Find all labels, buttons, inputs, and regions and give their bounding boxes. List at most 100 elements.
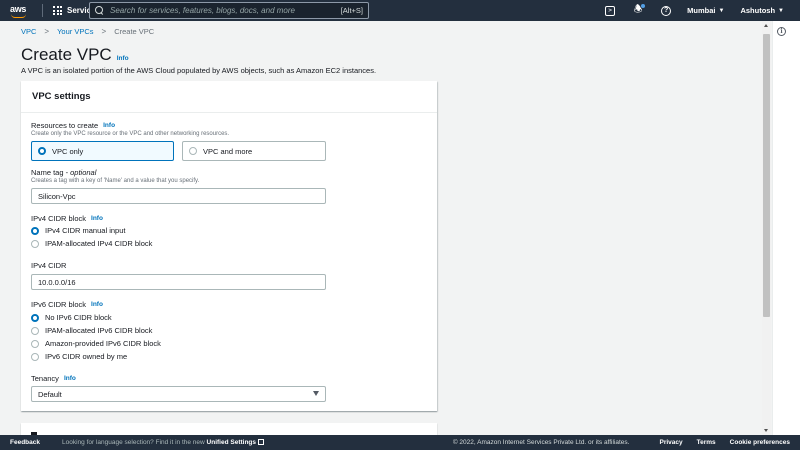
cloudshell-button[interactable]: > bbox=[603, 4, 617, 18]
panel-title: VPC settings bbox=[32, 91, 91, 102]
nav-right-group: > 🕭 ? Mumbai ▼ Ashutosh ▼ bbox=[603, 0, 800, 21]
help-button[interactable]: ? bbox=[659, 4, 673, 18]
notifications-button[interactable]: 🕭 bbox=[631, 3, 646, 18]
ipv6-block-label: IPv6 CIDR block Info bbox=[31, 300, 103, 309]
caret-down-icon bbox=[313, 391, 319, 396]
vpc-settings-panel: VPC settings Resources to create Info Cr… bbox=[21, 81, 437, 411]
top-navigation-bar: aws Services [Alt+S] > 🕭 ? Mumbai ▼ Ashu… bbox=[0, 0, 800, 21]
page-title-text: Create VPC bbox=[21, 45, 112, 64]
scroll-thumb[interactable] bbox=[763, 34, 770, 317]
tenancy-info-link[interactable]: Info bbox=[64, 375, 76, 382]
aws-logo[interactable]: aws bbox=[10, 4, 30, 18]
resources-label: Resources to create Info bbox=[31, 121, 115, 130]
ipv6-block-label-text: IPv6 CIDR block bbox=[31, 300, 87, 309]
radio-ipv6-amazon[interactable] bbox=[31, 339, 39, 348]
name-tag-input[interactable] bbox=[31, 188, 326, 204]
resources-label-text: Resources to create bbox=[31, 121, 99, 130]
user-name: Ashutosh bbox=[740, 6, 776, 15]
grid-icon bbox=[53, 6, 62, 15]
radio-ipv6-ipam[interactable] bbox=[31, 326, 39, 335]
tile-vpc-only-label: VPC only bbox=[52, 146, 84, 156]
search-shortcut: [Alt+S] bbox=[340, 6, 363, 15]
scroll-down-arrow-icon[interactable] bbox=[764, 429, 768, 432]
breadcrumb-your-vpcs[interactable]: Your VPCs bbox=[57, 27, 93, 36]
terms-link[interactable]: Terms bbox=[697, 439, 716, 446]
tenancy-select-value: Default bbox=[38, 389, 62, 399]
info-circle-icon[interactable]: i bbox=[777, 27, 786, 36]
unified-settings-link[interactable]: Unified Settings bbox=[207, 439, 256, 446]
tile-vpc-and-more-label: VPC and more bbox=[203, 146, 253, 156]
name-tag-label-text: Name tag - bbox=[31, 168, 69, 177]
radio-option-ipv6-ipam[interactable]: IPAM-allocated IPv6 CIDR block bbox=[31, 326, 152, 335]
ipv4-info-link[interactable]: Info bbox=[91, 215, 103, 222]
radio-option-ipv6-owned[interactable]: IPv6 CIDR owned by me bbox=[31, 352, 127, 361]
external-link-icon bbox=[258, 439, 265, 445]
nav-divider bbox=[42, 4, 43, 17]
aws-smile-icon bbox=[11, 14, 26, 18]
chevron-right-icon: > bbox=[44, 27, 50, 36]
scroll-up-arrow-icon[interactable] bbox=[764, 24, 768, 27]
optional-text: optional bbox=[70, 168, 97, 177]
feedback-link[interactable]: Feedback bbox=[10, 439, 40, 446]
ipv4-cidr-input[interactable] bbox=[31, 274, 326, 290]
radio-no-ipv6[interactable] bbox=[31, 313, 39, 322]
resources-description: Create only the VPC resource or the VPC … bbox=[31, 131, 230, 137]
ipv6-info-link[interactable]: Info bbox=[91, 301, 103, 308]
radio-ipv6-owned-label: IPv6 CIDR owned by me bbox=[45, 352, 128, 361]
account-menu[interactable]: Ashutosh ▼ bbox=[740, 6, 784, 15]
radio-ipv6-owned[interactable] bbox=[31, 352, 39, 361]
page-title: Create VPC Info bbox=[21, 45, 129, 65]
region-label: Mumbai bbox=[687, 6, 716, 15]
radio-option-ipv4-manual[interactable]: IPv4 CIDR manual input bbox=[31, 226, 125, 235]
chevron-right-icon: > bbox=[101, 27, 107, 36]
breadcrumb: VPC > Your VPCs > Create VPC bbox=[21, 27, 154, 36]
tenancy-label: Tenancy Info bbox=[31, 374, 76, 383]
search-input[interactable] bbox=[110, 6, 330, 15]
breadcrumb-create-vpc: Create VPC bbox=[114, 27, 155, 36]
tenancy-label-text: Tenancy bbox=[31, 374, 59, 383]
caret-down-icon: ▼ bbox=[778, 7, 784, 14]
search-icon bbox=[95, 6, 104, 15]
ipv4-block-label-text: IPv4 CIDR block bbox=[31, 214, 87, 223]
page-description: A VPC is an isolated portion of the AWS … bbox=[21, 66, 377, 75]
page-scrollbar[interactable] bbox=[762, 21, 771, 435]
radio-option-ipv4-ipam[interactable]: IPAM-allocated IPv4 CIDR block bbox=[31, 239, 152, 248]
caret-down-icon: ▼ bbox=[718, 7, 725, 14]
ipv4-block-label: IPv4 CIDR block Info bbox=[31, 214, 103, 223]
page-info-link[interactable]: Info bbox=[117, 55, 129, 62]
panel-header: VPC settings bbox=[21, 81, 437, 113]
tile-vpc-only[interactable]: VPC only bbox=[31, 141, 174, 161]
radio-ipv4-manual[interactable] bbox=[31, 226, 39, 235]
radio-ipv6-ipam-label: IPAM-allocated IPv6 CIDR block bbox=[45, 326, 153, 335]
name-tag-description: Creates a tag with a key of 'Name' and a… bbox=[31, 178, 200, 184]
cookie-preferences-link[interactable]: Cookie preferences bbox=[730, 439, 790, 446]
radio-vpc-and-more[interactable] bbox=[189, 147, 197, 155]
aws-logo-text: aws bbox=[10, 3, 27, 14]
breadcrumb-vpc[interactable]: VPC bbox=[21, 27, 36, 36]
name-tag-label: Name tag - optional bbox=[31, 168, 96, 177]
ipv4-cidr-label: IPv4 CIDR bbox=[31, 261, 66, 270]
radio-no-ipv6-label: No IPv6 CIDR block bbox=[45, 313, 112, 322]
search-box[interactable]: [Alt+S] bbox=[89, 2, 369, 19]
radio-ipv4-manual-label: IPv4 CIDR manual input bbox=[45, 226, 126, 235]
footer: Feedback Looking for language selection?… bbox=[0, 435, 800, 450]
tools-panel: i bbox=[772, 21, 800, 435]
region-selector[interactable]: Mumbai ▼ bbox=[687, 6, 724, 15]
privacy-link[interactable]: Privacy bbox=[659, 439, 682, 446]
radio-vpc-only[interactable] bbox=[38, 147, 46, 155]
notification-dot bbox=[641, 3, 646, 8]
language-notice-text: Looking for language selection? Find it … bbox=[62, 439, 205, 446]
language-notice: Looking for language selection? Find it … bbox=[62, 439, 265, 446]
cloudshell-icon: > bbox=[605, 5, 616, 16]
ipv4-cidr-label-text: IPv4 CIDR bbox=[31, 261, 67, 270]
copyright-text: © 2022, Amazon Internet Services Private… bbox=[452, 439, 630, 446]
radio-ipv6-amazon-label: Amazon-provided IPv6 CIDR block bbox=[45, 339, 161, 348]
radio-option-no-ipv6[interactable]: No IPv6 CIDR block bbox=[31, 313, 112, 322]
tenancy-select[interactable]: Default bbox=[31, 386, 326, 402]
help-icon: ? bbox=[661, 5, 672, 16]
radio-option-ipv6-amazon[interactable]: Amazon-provided IPv6 CIDR block bbox=[31, 339, 161, 348]
footer-right: © 2022, Amazon Internet Services Private… bbox=[453, 435, 790, 450]
resources-info-link[interactable]: Info bbox=[103, 122, 115, 129]
tile-vpc-and-more[interactable]: VPC and more bbox=[182, 141, 326, 161]
radio-ipv4-ipam[interactable] bbox=[31, 239, 39, 248]
